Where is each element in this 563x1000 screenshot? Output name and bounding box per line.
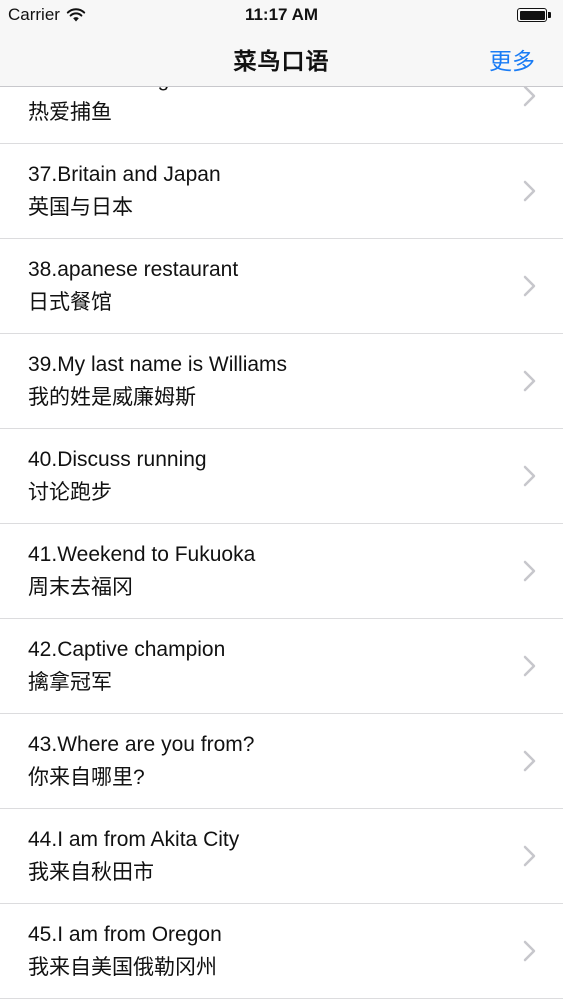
- chevron-right-icon: [523, 560, 536, 582]
- chevron-right-icon: [523, 655, 536, 677]
- lesson-list: 36.Love fishing 热爱捕鱼 37.Britain and Japa…: [0, 49, 563, 999]
- lesson-title-zh: 我来自美国俄勒冈州: [28, 956, 217, 979]
- lesson-title-en: 43.Where are you from?: [28, 733, 255, 756]
- lesson-title-en: 44.I am from Akita City: [28, 828, 240, 851]
- lesson-title-zh: 我的姓是威廉姆斯: [28, 386, 196, 409]
- list-item[interactable]: 43.Where are you from? 你来自哪里?: [0, 714, 563, 809]
- chevron-right-icon: [523, 180, 536, 202]
- lesson-title-en: 41.Weekend to Fukuoka: [28, 543, 256, 566]
- chevron-right-icon: [523, 845, 536, 867]
- lesson-title-en: 37.Britain and Japan: [28, 163, 221, 186]
- list-item[interactable]: 40.Discuss running 讨论跑步: [0, 429, 563, 524]
- lesson-title-zh: 英国与日本: [28, 196, 133, 219]
- status-time: 11:17 AM: [244, 5, 319, 24]
- page-title: 菜鸟口语: [233, 48, 330, 74]
- lesson-title-en: 39.My last name is Williams: [28, 353, 288, 376]
- chevron-right-icon: [523, 370, 536, 392]
- lesson-title-zh: 擒拿冠军: [28, 671, 112, 694]
- list-item[interactable]: 44.I am from Akita City 我来自秋田市: [0, 809, 563, 904]
- lesson-title-en: 42.Captive champion: [28, 638, 226, 661]
- list-item[interactable]: 38.apanese restaurant 日式餐馆: [0, 239, 563, 334]
- lesson-title-en: 40.Discuss running: [28, 448, 207, 471]
- lesson-title-zh: 我来自秋田市: [28, 861, 154, 884]
- list-item[interactable]: 45.I am from Oregon 我来自美国俄勒冈州: [0, 904, 563, 999]
- lesson-title-zh: 周末去福冈: [28, 576, 133, 599]
- lesson-title-en: 38.apanese restaurant: [28, 258, 239, 281]
- chevron-right-icon: [523, 275, 536, 297]
- chevron-right-icon: [523, 940, 536, 962]
- chevron-right-icon: [523, 750, 536, 772]
- lesson-title-zh: 讨论跑步: [28, 481, 112, 504]
- list-item[interactable]: 37.Britain and Japan 英国与日本: [0, 144, 563, 239]
- lesson-title-en: 45.I am from Oregon: [28, 923, 222, 946]
- lesson-title-zh: 你来自哪里?: [28, 766, 145, 789]
- battery-icon: [517, 7, 553, 23]
- list-item[interactable]: 39.My last name is Williams 我的姓是威廉姆斯: [0, 334, 563, 429]
- lesson-title-zh: 日式餐馆: [28, 291, 112, 314]
- navigation-bar: 菜鸟口语 更多: [0, 30, 563, 87]
- status-bar: Carrier 11:17 AM: [0, 0, 563, 30]
- list-item[interactable]: 42.Captive champion 擒拿冠军: [0, 619, 563, 714]
- more-button[interactable]: 更多: [489, 42, 535, 76]
- lesson-title-zh: 热爱捕鱼: [28, 101, 112, 124]
- chevron-right-icon: [523, 465, 536, 487]
- list-item[interactable]: 41.Weekend to Fukuoka 周末去福冈: [0, 524, 563, 619]
- chevron-right-icon: [523, 85, 536, 107]
